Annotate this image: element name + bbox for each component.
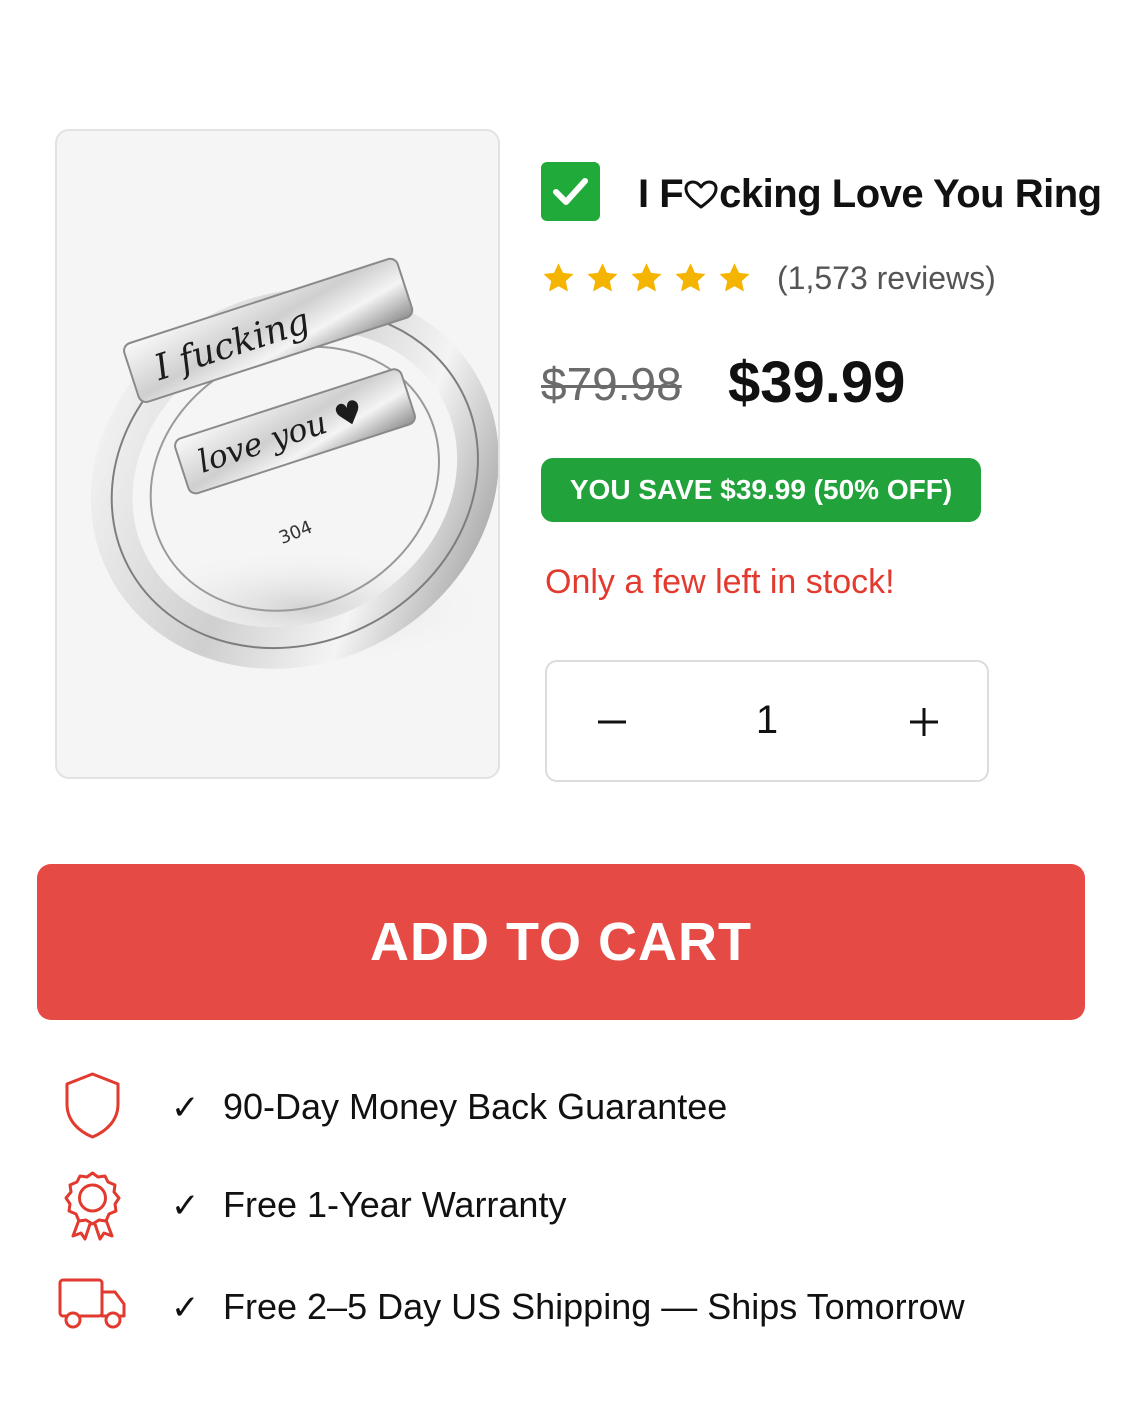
add-to-cart-button[interactable]: ADD TO CART [37,864,1085,1020]
star-icon [631,262,662,291]
award-rosette-icon [55,1168,130,1243]
ring-illustration: I fucking love you ♥ 304 [90,257,498,669]
product-title: I F cking Love You Ring [638,168,1102,220]
verified-check-icon [541,162,600,221]
star-icon [543,262,574,291]
benefit-check: ✓ [171,1089,200,1127]
benefit-guarantee: ✓ 90-Day Money Back Guarantee [0,1068,1122,1148]
benefit-check: ✓ [171,1289,200,1327]
benefit-warranty: ✓ Free 1-Year Warranty [0,1168,1122,1248]
review-count[interactable]: (1,573 reviews) [777,260,996,297]
star-icon [719,262,750,291]
sale-price: $39.99 [728,350,906,415]
plus-icon [910,708,938,736]
old-price: $79.98 [541,358,682,410]
title-prefix: I F [638,172,684,216]
benefit-label: Free 2–5 Day US Shipping — Ships Tomorro… [223,1286,965,1327]
benefit-check: ✓ [171,1187,200,1225]
quantity-value[interactable]: 1 [707,698,827,743]
star-icon [675,262,706,291]
product-image[interactable]: I fucking love you ♥ 304 [55,129,500,779]
benefit-label: Free 1-Year Warranty [223,1184,567,1225]
stock-warning: Only a few left in stock! [545,563,895,601]
shield-icon [55,1068,130,1143]
quantity-stepper: 1 [545,660,989,782]
benefit-shipping: ✓ Free 2–5 Day US Shipping — Ships Tomor… [0,1268,1122,1348]
rating[interactable]: (1,573 reviews) [541,256,996,300]
benefit-label: 90-Day Money Back Guarantee [223,1086,728,1127]
star-icon [587,262,618,291]
delivery-truck-icon [55,1268,130,1343]
savings-badge: YOU SAVE $39.99 (50% OFF) [541,458,981,522]
heart-outline-icon [684,180,718,209]
decrease-quantity-button[interactable] [582,692,642,752]
increase-quantity-button[interactable] [894,692,954,752]
title-suffix: cking Love You Ring [719,172,1102,216]
minus-icon [598,720,626,724]
svg-text:304: 304 [276,517,315,549]
